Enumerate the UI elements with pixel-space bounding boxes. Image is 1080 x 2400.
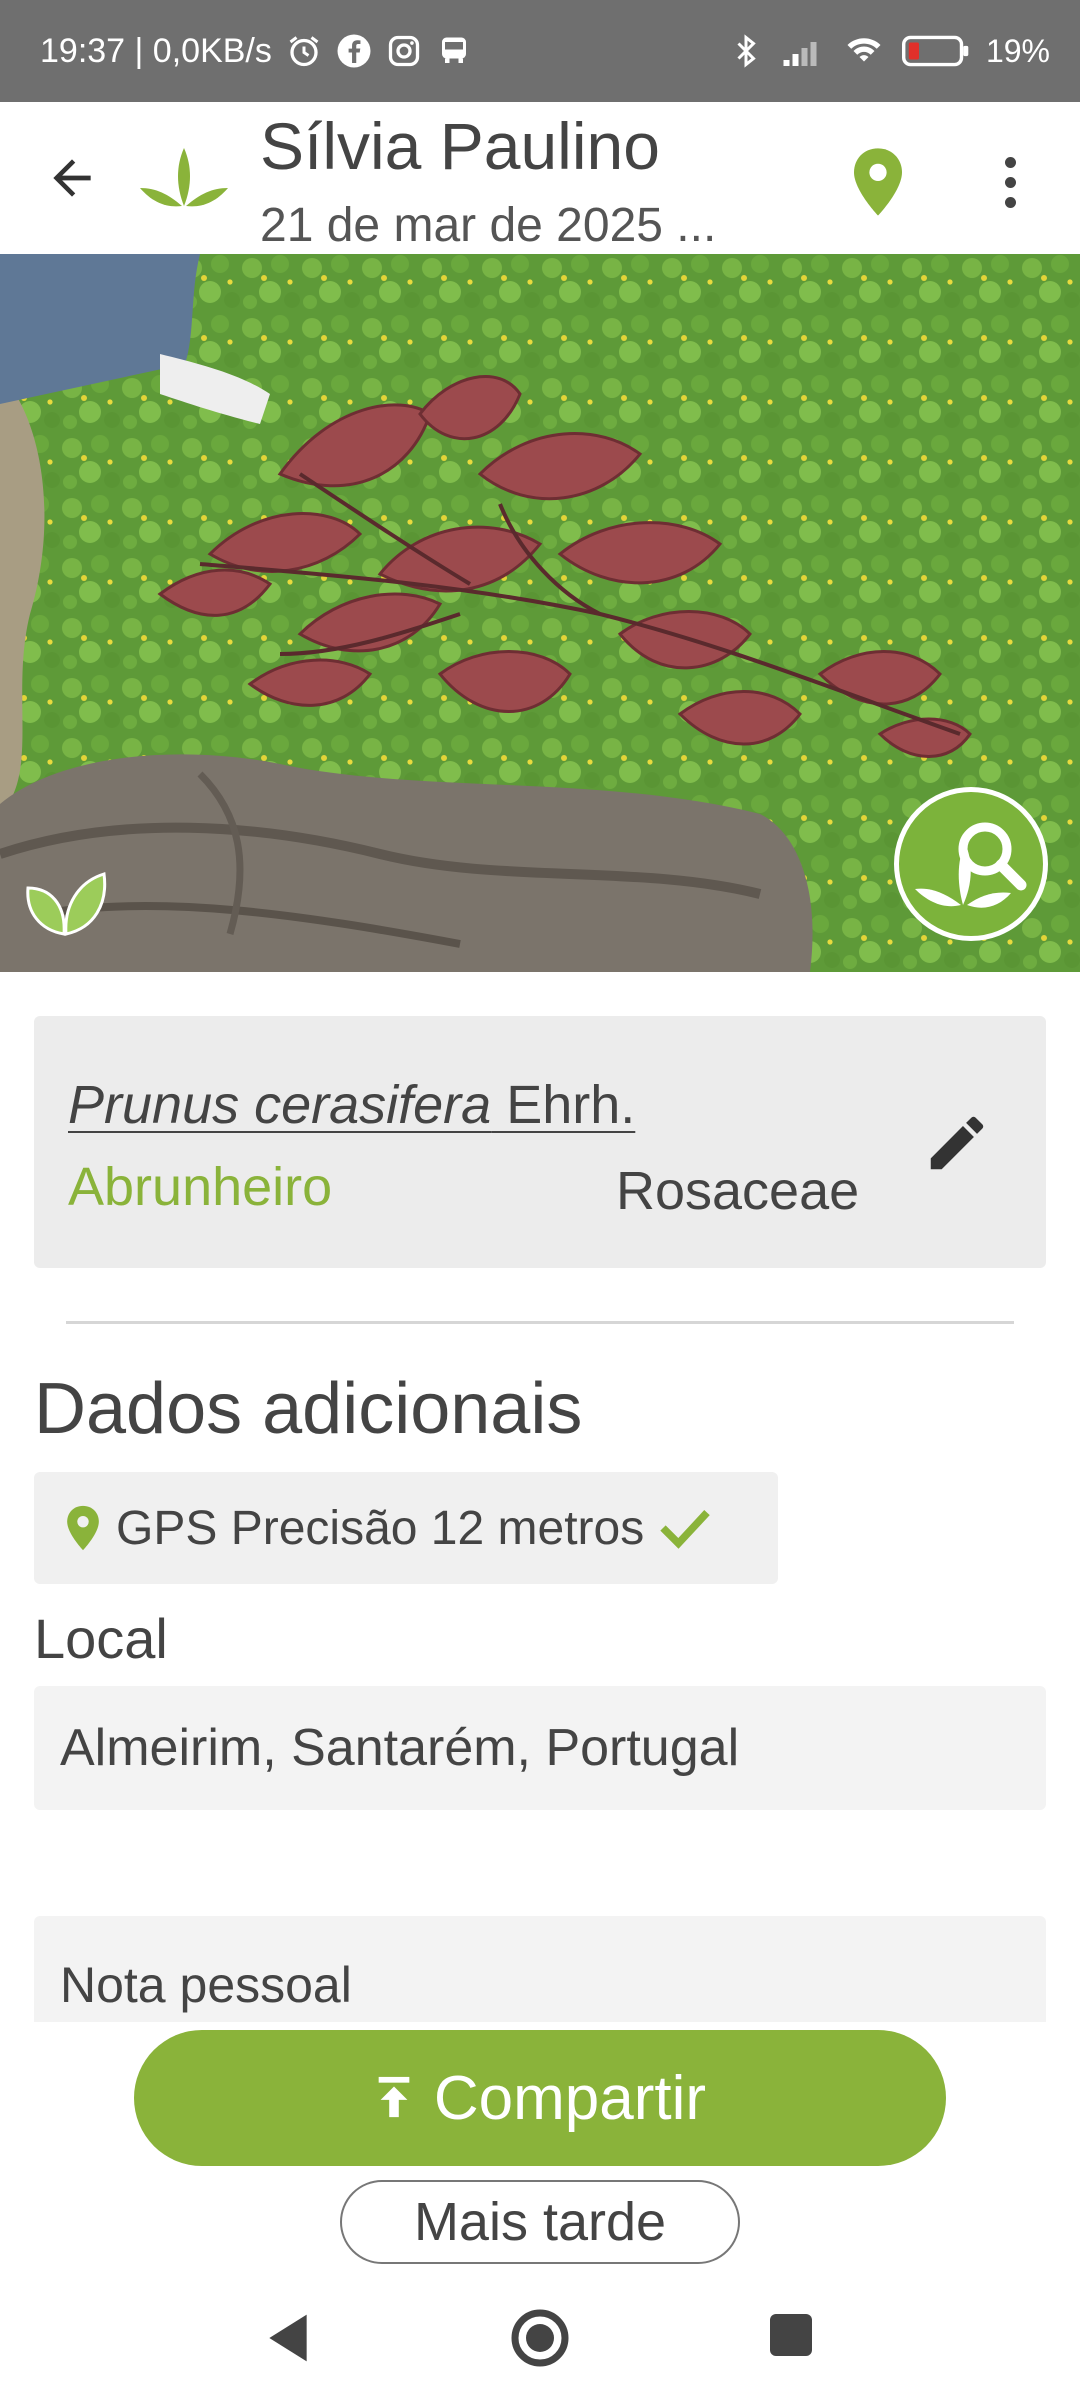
divider [66, 1321, 1014, 1324]
observation-photo[interactable] [0, 254, 1080, 972]
wifi-icon [847, 38, 881, 62]
personal-note-field[interactable]: Nota pessoal [34, 1916, 1046, 2022]
page-subtitle: 21 de mar de 2025 ... [260, 199, 717, 252]
facebook-icon [337, 34, 371, 68]
leaf-icon [26, 872, 107, 936]
alarm-icon [289, 36, 319, 67]
map-pin-button[interactable] [848, 146, 908, 218]
battery-icon [901, 35, 969, 67]
identify-button[interactable] [894, 787, 1048, 941]
bus-icon [441, 37, 466, 63]
map-pin-icon [854, 148, 902, 216]
share-label: Compartir [433, 2063, 707, 2133]
status-right: 19% [728, 0, 1050, 102]
more-vert-dot [1004, 176, 1016, 188]
instagram-icon [388, 35, 420, 67]
back-button[interactable] [36, 142, 108, 214]
local-field[interactable]: Almeirim, Santarém, Portugal [34, 1686, 1046, 1810]
status-bar: 19:37 | 0,0KB/s 19% [0, 0, 1080, 102]
gps-pin-icon [67, 1505, 99, 1551]
scientific-name-text: Prunus cerasifera [68, 1075, 492, 1135]
bluetooth-icon [737, 34, 756, 68]
leaf-search-icon [915, 822, 1027, 908]
status-time: 19:37 | 0,0KB/s [40, 31, 272, 70]
gps-accuracy-text: GPS Precisão 12 metros [116, 1501, 645, 1555]
more-vert-dot [1004, 196, 1016, 208]
author-text: Ehrh. [491, 1075, 636, 1135]
check-icon [660, 1510, 710, 1549]
upload-icon [378, 2076, 410, 2118]
signal-icon [783, 42, 817, 66]
family-name: Rosaceae [616, 1161, 860, 1221]
system-nav-bar [0, 2280, 1080, 2400]
more-options-button[interactable] [980, 146, 1040, 218]
nav-back-icon[interactable] [262, 2310, 314, 2366]
common-name: Abrunheiro [68, 1157, 333, 1217]
nav-home-icon[interactable] [510, 2308, 570, 2368]
status-left: 19:37 | 0,0KB/s [40, 0, 472, 102]
local-label: Local [34, 1607, 168, 1670]
more-vert-icon [1004, 156, 1016, 168]
back-arrow-icon [53, 159, 91, 197]
app-bar: Sílvia Paulino 21 de mar de 2025 ... [0, 102, 1080, 254]
share-button[interactable]: Compartir [134, 2030, 946, 2166]
section-title: Dados adicionais [34, 1369, 583, 1449]
battery-percent: 19% [985, 32, 1050, 69]
gps-accuracy-chip: GPS Precisão 12 metros [34, 1472, 778, 1584]
edit-species-button[interactable] [922, 1108, 992, 1178]
app-leaf-logo [140, 148, 228, 207]
pencil-icon [930, 1116, 984, 1170]
scientific-name[interactable]: Prunus cerasifera Ehrh. [68, 1074, 635, 1136]
page-title: Sílvia Paulino [260, 109, 660, 183]
species-card[interactable]: Prunus cerasifera Ehrh. Abrunheiro Rosac… [34, 1016, 1046, 1268]
nav-recents-icon[interactable] [770, 2314, 812, 2356]
later-button[interactable]: Mais tarde [340, 2180, 740, 2264]
